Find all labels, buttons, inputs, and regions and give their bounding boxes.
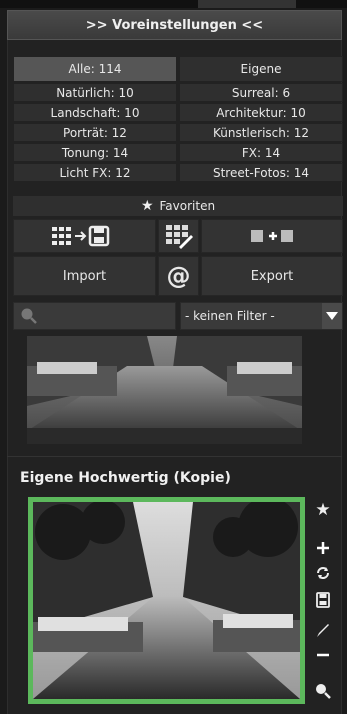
add-preset-icon [251, 230, 293, 242]
favorites-label: Favoriten [159, 199, 216, 213]
star-icon: ★ [140, 198, 154, 214]
category-street-photos[interactable]: Street-Fotos: 14 [179, 163, 343, 182]
import-button[interactable]: Import [13, 256, 156, 296]
star-icon: ★ [315, 500, 331, 520]
search-input[interactable] [13, 302, 176, 330]
search-icon [21, 308, 37, 324]
edit-grid-button[interactable] [158, 219, 199, 253]
remove-button[interactable] [310, 642, 336, 668]
brush-icon [317, 624, 329, 637]
sync-icon [317, 567, 329, 579]
tool-row [13, 219, 343, 253]
import-export-row: Import @ Export [13, 256, 343, 296]
category-own[interactable]: Eigene [179, 56, 343, 82]
category-toning[interactable]: Tonung: 14 [13, 143, 177, 162]
favorite-star-button[interactable]: ★ [310, 497, 336, 523]
category-portrait[interactable]: Porträt: 12 [13, 123, 177, 142]
grid-to-save-icon [51, 225, 109, 247]
window-top-strip [0, 0, 347, 8]
category-light-fx[interactable]: Licht FX: 12 [13, 163, 177, 182]
category-all[interactable]: Alle: 114 [13, 56, 177, 82]
category-fx[interactable]: FX: 14 [179, 143, 343, 162]
grid-edit-icon [165, 225, 193, 249]
brush-button[interactable] [310, 617, 336, 643]
share-button[interactable]: @ [158, 256, 199, 296]
minus-icon [317, 653, 329, 657]
top-tab[interactable] [198, 0, 296, 8]
save-button[interactable] [310, 587, 336, 613]
presets-header: >> Voreinstellungen << [7, 10, 342, 40]
divider [7, 456, 342, 457]
save-icon [316, 592, 330, 608]
selected-preset-preview[interactable] [28, 497, 305, 704]
filter-select[interactable]: - keinen Filter - [180, 302, 343, 330]
plus-icon [317, 542, 329, 554]
section-title: Eigene Hochwertig (Kopie) [20, 470, 231, 486]
favorites-button[interactable]: ★ Favoriten [13, 196, 343, 216]
canal-preview-image [33, 502, 300, 699]
zoom-icon [316, 684, 331, 699]
filter-select-value: - keinen Filter - [185, 309, 275, 323]
category-artistic[interactable]: Künstlerisch: 12 [179, 123, 343, 142]
export-button[interactable]: Export [201, 256, 343, 296]
zoom-button[interactable] [310, 678, 336, 704]
chevron-down-icon[interactable] [322, 303, 342, 329]
category-natural[interactable]: Natürlich: 10 [13, 83, 177, 102]
preset-thumbnail[interactable] [27, 336, 302, 444]
sync-button[interactable] [310, 560, 336, 586]
category-grid: Alle: 114 Eigene Natürlich: 10 Surreal: … [13, 56, 343, 183]
presets-title: >> Voreinstellungen << [85, 17, 264, 33]
save-grid-button[interactable] [13, 219, 156, 253]
category-architecture[interactable]: Architektur: 10 [179, 103, 343, 122]
add-button[interactable] [310, 535, 336, 561]
canal-thumbnail-image [27, 336, 302, 444]
category-landscape[interactable]: Landschaft: 10 [13, 103, 177, 122]
filter-row: - keinen Filter - [13, 302, 343, 330]
add-preset-button[interactable] [201, 219, 343, 253]
category-surreal[interactable]: Surreal: 6 [179, 83, 343, 102]
